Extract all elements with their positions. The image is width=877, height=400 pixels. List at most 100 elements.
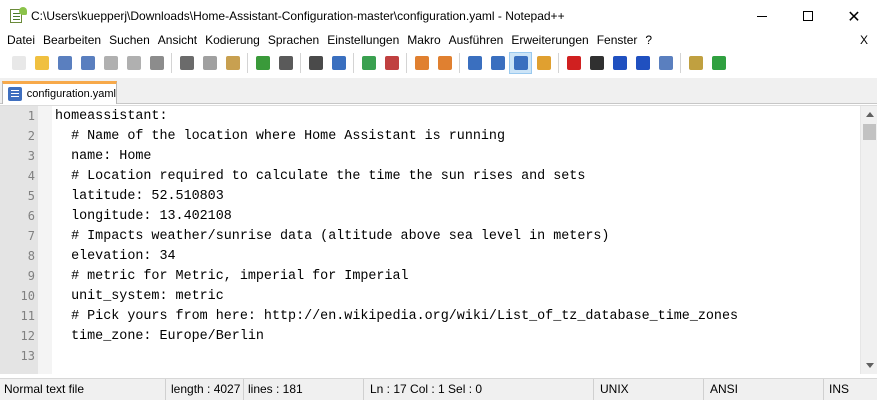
spell-check-icon <box>711 56 726 70</box>
find-icon <box>308 56 323 70</box>
stop-record-icon <box>589 56 604 70</box>
code-line[interactable]: 3 name: Home <box>0 146 855 166</box>
minimize-icon <box>757 15 767 17</box>
menu-help[interactable]: ? <box>641 32 656 49</box>
spell-check-button[interactable] <box>707 52 730 74</box>
open-file-button[interactable] <box>30 52 53 74</box>
line-number: 8 <box>27 249 35 263</box>
code-line[interactable]: 4 # Location required to calculate the t… <box>0 166 855 186</box>
sync-vertical-button[interactable] <box>410 52 433 74</box>
line-text: # Pick yours from here: http://en.wikipe… <box>55 308 739 324</box>
indent-guide-icon <box>513 56 528 70</box>
code-line[interactable]: 5 latitude: 52.510803 <box>0 186 855 206</box>
copy-button[interactable] <box>198 52 221 74</box>
close-button[interactable] <box>99 52 122 74</box>
code-line[interactable]: 1 homeassistant: <box>0 106 855 126</box>
close-window-button[interactable]: ✕ <box>831 0 877 32</box>
menu-makro[interactable]: Makro <box>403 32 444 49</box>
replace-icon <box>331 56 346 70</box>
line-text: # Name of the location where Home Assist… <box>55 128 505 144</box>
play-multiple-button[interactable] <box>631 52 654 74</box>
menu-fenster[interactable]: Fenster <box>593 32 642 49</box>
close-all-button[interactable] <box>122 52 145 74</box>
menu-ausfuehren[interactable]: Ausführen <box>445 32 508 49</box>
line-number: 13 <box>20 349 35 363</box>
copy-icon <box>202 56 217 70</box>
scroll-up-button[interactable] <box>861 106 877 123</box>
save-all-icon <box>80 56 95 70</box>
close-icon <box>103 56 118 70</box>
paste-button[interactable] <box>221 52 244 74</box>
code-line[interactable]: 13 <box>0 346 855 366</box>
window-title: C:\Users\kuepperj\Downloads\Home-Assista… <box>31 9 565 23</box>
line-number: 12 <box>20 329 35 343</box>
word-wrap-icon <box>467 56 482 70</box>
cut-button[interactable] <box>175 52 198 74</box>
stop-record-button[interactable] <box>585 52 608 74</box>
notepad-plus-plus-icon <box>9 7 27 24</box>
redo-button[interactable] <box>274 52 297 74</box>
sync-horizontal-button[interactable] <box>433 52 456 74</box>
code-line[interactable]: 12 time_zone: Europe/Berlin <box>0 326 855 346</box>
find-button[interactable] <box>304 52 327 74</box>
menu-datei[interactable]: Datei <box>0 32 39 49</box>
scrollbar-thumb[interactable] <box>863 124 876 140</box>
document-icon <box>8 87 22 101</box>
menu-sprachen[interactable]: Sprachen <box>264 32 323 49</box>
word-wrap-button[interactable] <box>463 52 486 74</box>
editor-area[interactable]: 1 homeassistant: 2 # Name of the location … <box>0 105 877 374</box>
save-all-button[interactable] <box>76 52 99 74</box>
line-number: 5 <box>27 189 35 203</box>
menu-bearbeiten[interactable]: Bearbeiten <box>39 32 105 49</box>
vertical-scrollbar[interactable] <box>860 106 877 374</box>
zoom-in-icon <box>361 56 376 70</box>
save-button[interactable] <box>53 52 76 74</box>
close-document-button[interactable]: X <box>860 32 868 49</box>
code-line[interactable]: 8 elevation: 34 <box>0 246 855 266</box>
line-text: # metric for Metric, imperial for Imperi… <box>55 268 409 284</box>
line-number: 7 <box>27 229 35 243</box>
menu-erweiterungen[interactable]: Erweiterungen <box>507 32 592 49</box>
code-line[interactable]: 11 # Pick yours from here: http://en.wik… <box>0 306 855 326</box>
indent-guide-button[interactable] <box>509 52 532 74</box>
status-length: length : 4027 <box>166 379 244 400</box>
new-file-icon <box>11 56 26 70</box>
paste-icon <box>225 56 240 70</box>
show-all-chars-button[interactable] <box>486 52 509 74</box>
code-line[interactable]: 9 # metric for Metric, imperial for Impe… <box>0 266 855 286</box>
tab-configuration-yaml[interactable]: configuration.yaml <box>2 81 117 104</box>
toolbar-separator <box>406 53 407 73</box>
minimize-button[interactable] <box>739 0 785 32</box>
record-macro-button[interactable] <box>562 52 585 74</box>
menu-kodierung[interactable]: Kodierung <box>201 32 264 49</box>
play-macro-button[interactable] <box>608 52 631 74</box>
window-controls: ✕ <box>739 0 877 32</box>
status-encoding[interactable]: ANSI <box>704 379 824 400</box>
status-lines: lines : 181 <box>244 379 364 400</box>
menu-ansicht[interactable]: Ansicht <box>154 32 201 49</box>
zoom-out-button[interactable] <box>380 52 403 74</box>
new-file-button[interactable] <box>7 52 30 74</box>
play-macro-icon <box>612 56 627 70</box>
code-line[interactable]: 7 # Impacts weather/sunrise data (altitu… <box>0 226 855 246</box>
arrow-up-icon <box>865 112 874 117</box>
undo-button[interactable] <box>251 52 274 74</box>
menu-suchen[interactable]: Suchen <box>105 32 154 49</box>
line-text: homeassistant: <box>55 108 168 124</box>
line-number: 1 <box>27 109 35 123</box>
maximize-button[interactable] <box>785 0 831 32</box>
menu-einstellungen[interactable]: Einstellungen <box>323 32 403 49</box>
save-macro-button[interactable] <box>654 52 677 74</box>
code-line[interactable]: 10 unit_system: metric <box>0 286 855 306</box>
replace-button[interactable] <box>327 52 350 74</box>
user-language-button[interactable] <box>532 52 555 74</box>
status-eol[interactable]: UNIX <box>594 379 704 400</box>
plugin-button[interactable] <box>684 52 707 74</box>
code-line[interactable]: 2 # Name of the location where Home Assi… <box>0 126 855 146</box>
zoom-in-button[interactable] <box>357 52 380 74</box>
scroll-down-button[interactable] <box>861 357 877 374</box>
line-text: name: Home <box>55 148 152 164</box>
print-button[interactable] <box>145 52 168 74</box>
line-number: 6 <box>27 209 35 223</box>
code-line[interactable]: 6 longitude: 13.402108 <box>0 206 855 226</box>
